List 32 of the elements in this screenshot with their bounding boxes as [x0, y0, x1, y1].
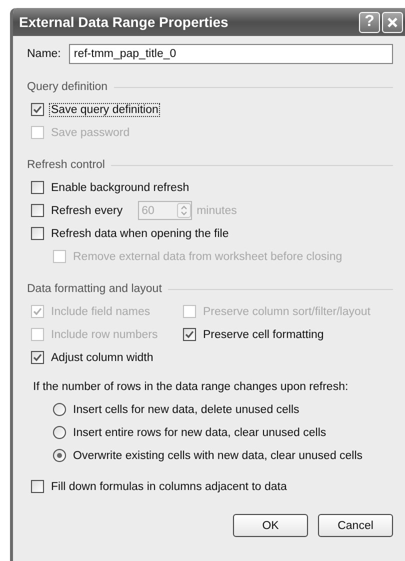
dialog-button[interactable]: Cancel: [318, 514, 393, 537]
radio-button[interactable]: [53, 426, 66, 439]
radio-button[interactable]: [53, 449, 66, 462]
radio-label[interactable]: Insert entire rows for new data, clear unused cells: [71, 426, 328, 440]
group-title: Refresh control: [27, 159, 105, 171]
checkbox-label[interactable]: Enable background refresh: [49, 180, 192, 194]
checkbox[interactable]: [183, 328, 196, 341]
checkbox-label[interactable]: Preserve cell formatting: [201, 328, 326, 342]
checkbox-label[interactable]: Adjust column width: [49, 350, 156, 364]
group-title: Data formatting and layout: [27, 283, 162, 295]
checkbox[interactable]: [31, 227, 44, 240]
checkbox[interactable]: [31, 480, 44, 493]
close-button[interactable]: [382, 12, 403, 32]
unit-label: minutes: [196, 204, 237, 216]
radio-label[interactable]: Overwrite existing cells with new data, clear unused cells: [71, 448, 365, 462]
checkbox-label[interactable]: Fill down formulas in columns adjacent to data: [49, 480, 289, 494]
checkbox[interactable]: [31, 204, 44, 217]
prompt-text: If the number of rows in the data range changes upon refresh:: [32, 380, 350, 394]
name-field[interactable]: ref-tmm_pap_title_0: [68, 44, 393, 64]
checkbox[interactable]: [31, 103, 44, 116]
checkbox[interactable]: [31, 351, 44, 364]
window-title: External Data Range Properties: [19, 14, 230, 30]
checkbox-label[interactable]: Refresh data when opening the file: [49, 226, 231, 240]
radio-button[interactable]: [53, 403, 66, 416]
name-label: Name:: [27, 48, 61, 60]
dialog-button[interactable]: OK: [233, 514, 308, 537]
group-title: Query definition: [27, 81, 108, 93]
radio-label[interactable]: Insert cells for new data, delete unused cells: [71, 402, 302, 416]
close-icon: [387, 16, 398, 28]
checkbox-label[interactable]: Save query definition: [49, 102, 160, 116]
checkbox[interactable]: [31, 181, 44, 194]
checkbox-label[interactable]: Refresh every: [49, 204, 125, 218]
